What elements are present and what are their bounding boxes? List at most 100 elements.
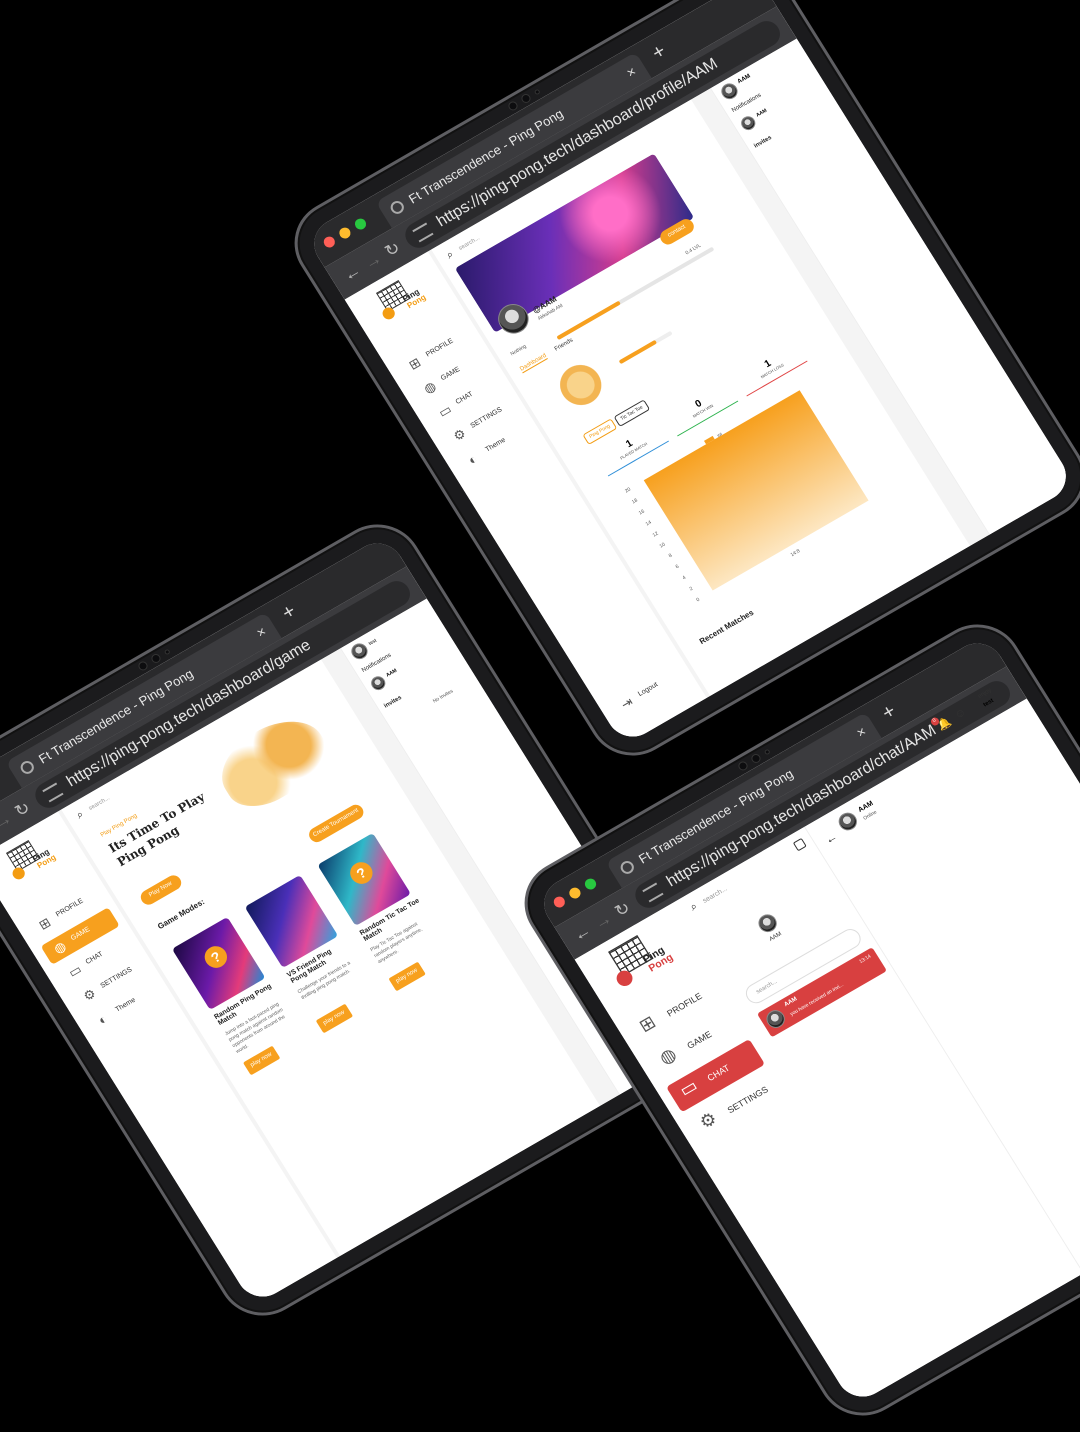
sidebar-item-label: GAME bbox=[439, 365, 462, 383]
sidebar-item-label: Theme bbox=[484, 436, 507, 454]
logo-ball-icon bbox=[10, 865, 28, 882]
close-tab-icon[interactable]: × bbox=[853, 723, 869, 741]
maximize-window-button[interactable] bbox=[352, 216, 369, 232]
level-progress bbox=[618, 330, 673, 365]
reload-icon[interactable]: ↻ bbox=[381, 238, 404, 262]
grid-icon: ⊞ bbox=[635, 1011, 660, 1037]
moon-icon: ◐ bbox=[465, 451, 481, 468]
sidebar-item-label: Theme bbox=[114, 996, 137, 1014]
new-tab-button[interactable]: + bbox=[648, 40, 670, 65]
x-tick-label: 14:8 bbox=[790, 548, 802, 558]
y-tick-label: 2 bbox=[688, 586, 694, 593]
notification-avatar bbox=[738, 113, 759, 133]
message-avatar bbox=[763, 1006, 789, 1032]
filter-tic-tac-toe[interactable]: Tic Tac Toe bbox=[613, 399, 651, 428]
sidebar-item-label: Logout bbox=[637, 681, 660, 698]
minimize-window-button[interactable] bbox=[567, 885, 583, 901]
grid-icon: ⊞ bbox=[405, 354, 424, 373]
search-placeholder: search... bbox=[701, 885, 729, 905]
level-progress-fill bbox=[618, 339, 658, 365]
back-arrow-icon[interactable]: ← bbox=[822, 829, 840, 847]
tab-dashboard[interactable]: Dashboard bbox=[519, 352, 549, 374]
close-tab-icon[interactable]: × bbox=[253, 623, 269, 641]
y-tick-label: 10 bbox=[658, 542, 666, 550]
play-now-card-button[interactable]: play now bbox=[315, 1003, 354, 1034]
sidebar-item-label: CHAT bbox=[84, 950, 105, 967]
message-time: 13:14 bbox=[858, 953, 873, 965]
y-tick-label: 16 bbox=[638, 508, 646, 516]
close-tab-icon[interactable]: × bbox=[623, 63, 639, 81]
match-chart: 2018161412108642014:8WI bbox=[624, 390, 869, 604]
y-tick-label: 20 bbox=[624, 486, 632, 494]
notification-avatar bbox=[368, 673, 389, 693]
search-icon: ⌕ bbox=[444, 248, 456, 262]
globe-icon bbox=[388, 198, 407, 217]
chat-icon: ▭ bbox=[65, 961, 85, 981]
close-window-button[interactable] bbox=[551, 894, 568, 910]
close-window-button[interactable] bbox=[321, 234, 338, 250]
level-bar-fill bbox=[556, 300, 621, 341]
minimize-window-button[interactable] bbox=[337, 225, 353, 241]
panel-avatar[interactable] bbox=[718, 80, 741, 103]
back-icon[interactable]: ← bbox=[570, 920, 595, 945]
sidebar-item-label: SETTINGS bbox=[469, 406, 504, 430]
panel-invites-title: invites bbox=[753, 134, 773, 150]
new-tab-button[interactable]: + bbox=[278, 600, 300, 625]
recent-matches-title: Recent Matches bbox=[697, 607, 756, 647]
stat-win-value: 0 bbox=[693, 398, 705, 411]
message-name: AAM bbox=[783, 996, 799, 1009]
sidebar-item-logout[interactable]: ⇥ Logout bbox=[608, 663, 687, 721]
forward-icon[interactable]: → bbox=[590, 908, 615, 933]
y-tick-label: 8 bbox=[668, 553, 674, 560]
forward-icon[interactable]: → bbox=[0, 808, 16, 833]
stat-loss-value: 1 bbox=[762, 358, 774, 371]
grid-icon: ⊞ bbox=[35, 914, 54, 933]
reload-icon[interactable]: ↻ bbox=[11, 798, 34, 822]
play-now-button[interactable]: Play Now bbox=[137, 872, 185, 908]
sidebar-item-label: PROFILE bbox=[54, 897, 85, 919]
question-icon: ? bbox=[200, 942, 232, 972]
create-tournament-button[interactable]: Create Tournament bbox=[306, 802, 367, 845]
panel-avatar[interactable] bbox=[348, 640, 371, 663]
logo[interactable]: Ping Pong bbox=[369, 269, 439, 331]
search-placeholder: search... bbox=[87, 795, 111, 812]
moon-icon: ◐ bbox=[95, 1011, 111, 1028]
y-tick-label: 6 bbox=[675, 564, 681, 571]
site-settings-icon[interactable] bbox=[42, 782, 64, 803]
notification-user: AAM bbox=[755, 107, 769, 119]
filter-ping-pong[interactable]: Ping Pong bbox=[582, 418, 618, 446]
sidebar-item-label: SETTINGS bbox=[99, 966, 134, 990]
panel-user-name: AAM bbox=[736, 73, 752, 86]
forward-icon[interactable]: → bbox=[360, 248, 385, 273]
gamepad-icon: ◍ bbox=[50, 938, 69, 957]
chat-icon: ▭ bbox=[435, 401, 455, 421]
search-icon: ⌕ bbox=[688, 900, 700, 914]
logo-ball-icon bbox=[380, 305, 398, 322]
site-settings-icon[interactable] bbox=[412, 222, 434, 243]
reload-icon[interactable]: ↻ bbox=[611, 898, 634, 922]
play-now-card-button[interactable]: play now bbox=[388, 961, 426, 992]
contact-name: AAM bbox=[768, 931, 783, 943]
tab-friends-label: Friends bbox=[553, 337, 575, 353]
logo[interactable]: Ping Pong bbox=[0, 829, 69, 891]
panel-invites-title: invites bbox=[383, 694, 403, 710]
site-settings-icon[interactable] bbox=[642, 882, 664, 903]
chat-header-avatar bbox=[835, 809, 861, 834]
chat-search-placeholder: search... bbox=[755, 978, 779, 996]
profile-bio: Nothing bbox=[509, 343, 528, 358]
sidebar-item-label: GAME bbox=[69, 925, 92, 943]
user-icon[interactable]: ☺ bbox=[952, 706, 968, 722]
gamepad-icon: ◍ bbox=[420, 378, 439, 397]
top-user-sub: test bbox=[982, 697, 995, 709]
back-icon[interactable]: ← bbox=[340, 260, 365, 285]
new-tab-button[interactable]: + bbox=[878, 700, 900, 725]
tab-friends[interactable]: Friends bbox=[554, 337, 575, 352]
question-icon: ? bbox=[345, 858, 377, 888]
maximize-window-button[interactable] bbox=[582, 876, 599, 892]
y-tick-label: 0 bbox=[695, 597, 701, 604]
y-tick-label: 14 bbox=[645, 520, 653, 528]
y-tick-label: 4 bbox=[682, 575, 688, 582]
search-icon: ⌕ bbox=[74, 808, 86, 822]
game-modes-title: Game Modes: bbox=[156, 897, 207, 932]
logo-ball-icon bbox=[613, 967, 636, 989]
